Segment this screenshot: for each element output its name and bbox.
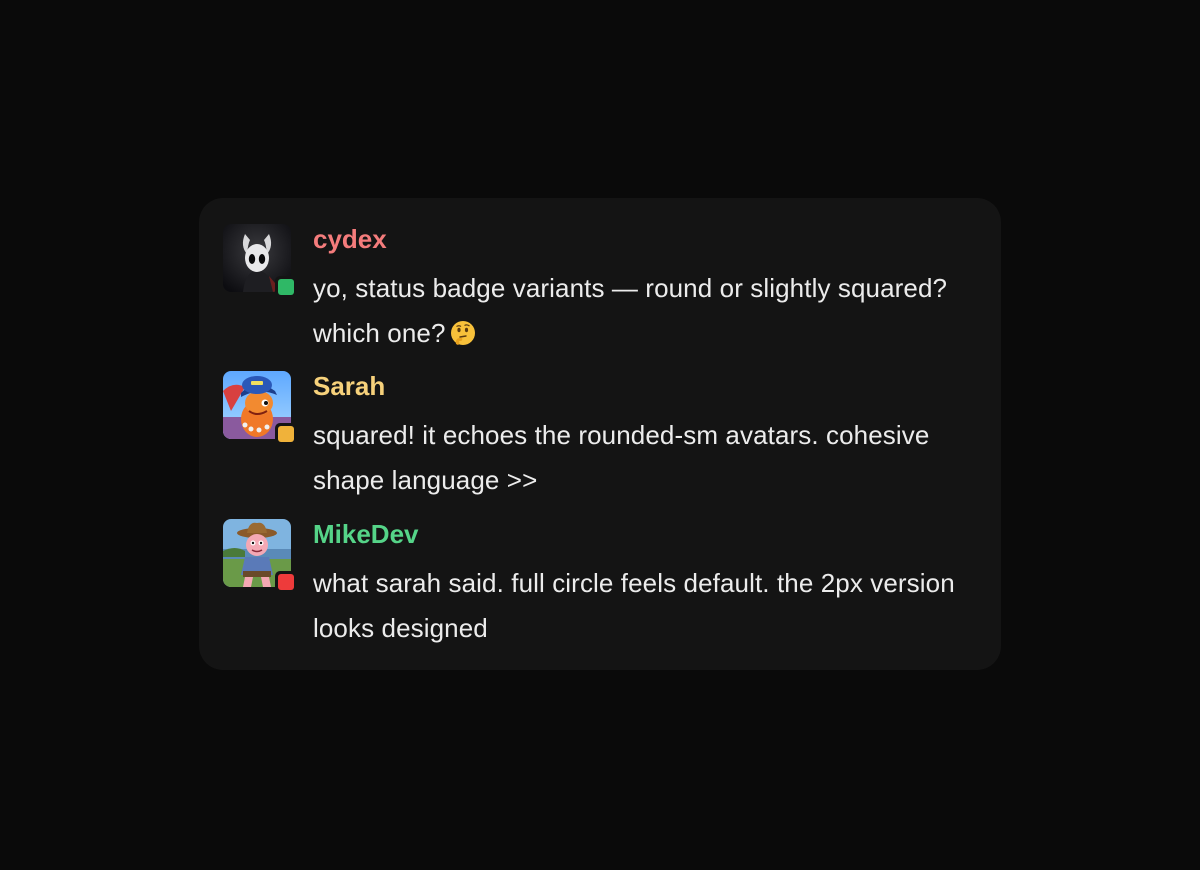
message-text: what sarah said. full circle feels defau… bbox=[313, 561, 993, 651]
avatar[interactable] bbox=[223, 371, 297, 445]
message-body: yo, status badge variants — round or sli… bbox=[313, 273, 948, 348]
message-text: yo, status badge variants — round or sli… bbox=[313, 266, 993, 356]
message-text: squared! it echoes the rounded-sm avatar… bbox=[313, 413, 993, 503]
status-dot-busy bbox=[278, 574, 294, 590]
username[interactable]: cydex bbox=[313, 222, 993, 256]
avatar[interactable] bbox=[223, 224, 297, 298]
chat-card: cydex yo, status badge variants — round … bbox=[199, 198, 1001, 670]
message-body: squared! it echoes the rounded-sm avatar… bbox=[313, 420, 930, 495]
avatar[interactable] bbox=[223, 519, 297, 593]
username[interactable]: Sarah bbox=[313, 369, 993, 403]
status-badge bbox=[275, 423, 297, 445]
status-dot-online bbox=[278, 279, 294, 295]
thinking-face-icon bbox=[450, 321, 475, 345]
username[interactable]: MikeDev bbox=[313, 517, 993, 551]
message-body: what sarah said. full circle feels defau… bbox=[313, 568, 955, 643]
status-badge bbox=[275, 571, 297, 593]
status-dot-idle bbox=[278, 426, 294, 442]
status-badge bbox=[275, 276, 297, 298]
